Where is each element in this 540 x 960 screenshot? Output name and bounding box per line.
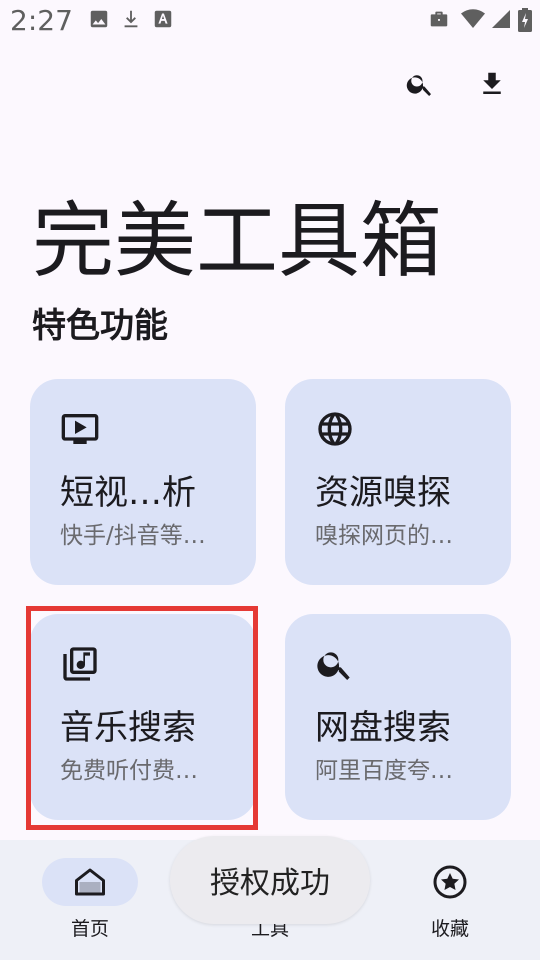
search-icon <box>317 652 350 680</box>
music-library-icon <box>63 647 97 681</box>
download-icon <box>124 10 138 28</box>
toast: 授权成功 <box>170 836 370 924</box>
section-title: 特色功能 <box>32 306 168 346</box>
globe-icon <box>318 412 352 446</box>
status-time: 2:27 <box>10 4 73 37</box>
font-icon <box>154 10 172 28</box>
card-title: 资源嗅探 <box>315 473 451 513</box>
card-subtitle: 阿里百度夸… <box>315 758 453 784</box>
card-music-search[interactable]: 音乐搜索 免费听付费… <box>30 614 256 820</box>
wifi-icon <box>461 9 485 29</box>
nav-label: 收藏 <box>430 918 469 940</box>
star-icon <box>433 865 467 899</box>
battery-icon <box>518 8 532 32</box>
search-icon <box>406 75 431 96</box>
card-netdisk-search[interactable]: 网盘搜索 阿里百度夸… <box>285 614 511 820</box>
briefcase-icon <box>430 11 448 27</box>
toast-text: 授权成功 <box>210 866 330 901</box>
card-subtitle: 快手/抖音等… <box>60 523 206 549</box>
card-subtitle: 免费听付费… <box>60 758 198 784</box>
card-short-video[interactable]: 短视…析 快手/抖音等… <box>30 379 256 585</box>
card-subtitle: 嗅探网页的… <box>315 523 453 549</box>
nav-label: 首页 <box>70 918 109 940</box>
search-button[interactable] <box>398 62 442 106</box>
tv-icon <box>61 414 99 444</box>
card-resource-sniff[interactable]: 资源嗅探 嗅探网页的… <box>285 379 511 585</box>
nav-item-home[interactable]: 首页 <box>0 840 180 960</box>
nav-item-favorites[interactable]: 收藏 <box>360 840 540 960</box>
home-icon <box>75 868 105 896</box>
image-icon <box>90 10 108 28</box>
card-title: 短视…析 <box>60 473 196 513</box>
download-button[interactable] <box>470 62 514 106</box>
signal-icon <box>492 10 510 28</box>
download-icon <box>483 72 501 94</box>
status-bar: 2:27 <box>0 0 540 40</box>
app-title: 完美工具箱 <box>32 194 443 289</box>
card-title: 音乐搜索 <box>60 708 196 748</box>
card-title: 网盘搜索 <box>315 708 451 748</box>
